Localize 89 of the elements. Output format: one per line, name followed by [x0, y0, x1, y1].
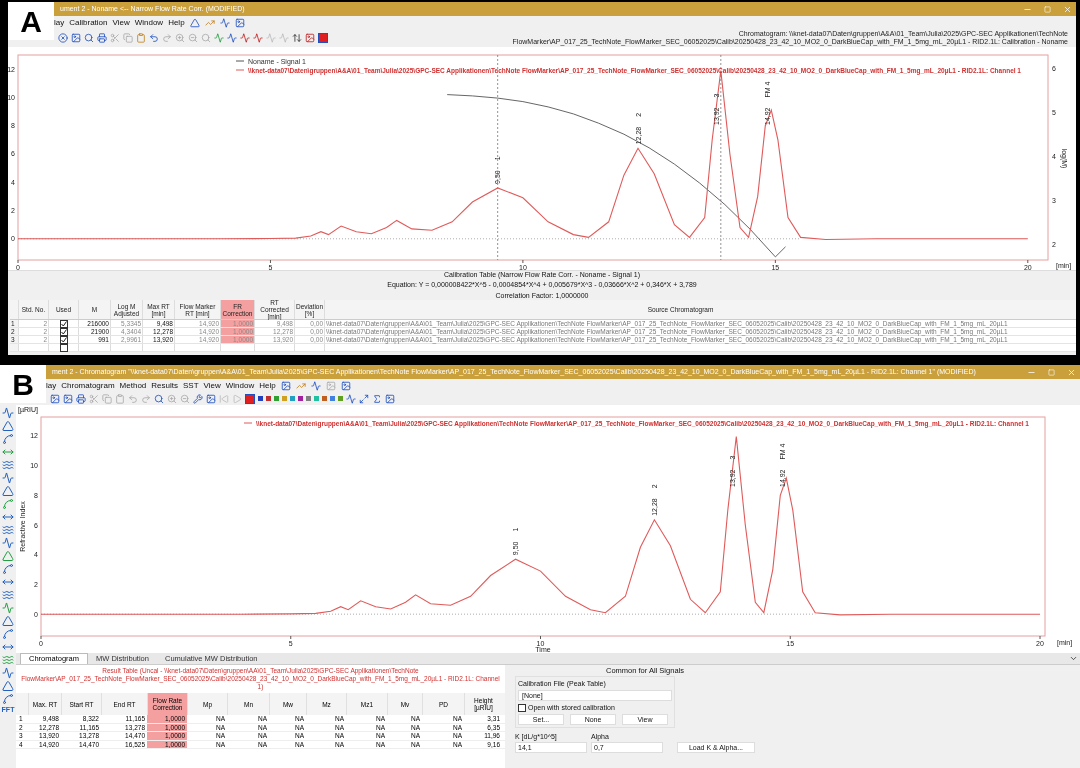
color-swatch-icon[interactable] [266, 396, 271, 401]
waveform-icon[interactable] [2, 667, 14, 679]
search-icon[interactable] [201, 33, 211, 43]
wave-icon[interactable] [2, 589, 14, 601]
curve-icon[interactable] [2, 693, 14, 705]
checkbox[interactable] [518, 703, 526, 712]
curve-icon[interactable] [2, 563, 14, 575]
used-checkbox[interactable] [59, 343, 68, 352]
menu-item[interactable]: Help [168, 16, 185, 29]
menu-item[interactable]: Window [134, 16, 164, 29]
color-swatch-icon[interactable] [298, 396, 303, 401]
close-icon[interactable] [1063, 4, 1072, 14]
clipboard-icon[interactable] [115, 393, 125, 404]
used-checkbox[interactable] [59, 319, 68, 328]
image-icon[interactable] [71, 33, 81, 43]
menu-item[interactable]: View [203, 379, 221, 392]
search-icon[interactable] [84, 33, 94, 43]
color-swatch-icon[interactable] [258, 396, 263, 401]
menu-item[interactable]: SST [182, 379, 199, 392]
triangle-icon[interactable] [2, 485, 14, 497]
image-icon[interactable] [305, 33, 315, 43]
menu-item[interactable]: Window [225, 379, 255, 392]
image-icon[interactable] [385, 393, 395, 404]
image-icon[interactable] [234, 17, 245, 28]
menu-item[interactable]: Results [151, 379, 178, 392]
color-swatch-icon[interactable] [338, 396, 343, 401]
triangle-icon[interactable] [2, 615, 14, 627]
menu-item[interactable]: Calibration [69, 16, 108, 29]
undo-icon[interactable] [149, 33, 159, 43]
waveform-icon[interactable] [346, 393, 356, 404]
sigma-icon[interactable] [372, 393, 382, 404]
image-icon[interactable] [280, 380, 291, 391]
curve-icon[interactable] [2, 498, 14, 510]
wave-icon[interactable] [2, 524, 14, 536]
menu-item[interactable]: lay [46, 379, 57, 392]
triangle-icon[interactable] [2, 420, 14, 432]
chart-icon[interactable] [295, 380, 306, 391]
used-checkbox[interactable] [59, 335, 68, 344]
color-swatch-icon[interactable] [290, 396, 295, 401]
close-icon[interactable] [1067, 367, 1076, 377]
menu-item[interactable]: Method [119, 379, 147, 392]
wave-icon[interactable] [2, 459, 14, 471]
curve-icon[interactable] [2, 433, 14, 445]
waveform-icon[interactable] [219, 17, 230, 28]
wrench-icon[interactable] [193, 393, 203, 404]
chart-icon[interactable] [204, 17, 215, 28]
waveform-icon[interactable] [2, 602, 14, 614]
waveform-icon[interactable] [310, 380, 321, 391]
triangle-icon[interactable] [2, 550, 14, 562]
waveform-icon[interactable] [2, 537, 14, 549]
panel-label: B [0, 365, 46, 403]
color-swatch-icon[interactable] [306, 396, 311, 401]
image-icon[interactable] [206, 393, 216, 404]
close-icon[interactable] [58, 33, 68, 43]
image-icon[interactable] [325, 380, 336, 391]
triangle-icon[interactable] [2, 680, 14, 692]
color-swatch-icon[interactable] [322, 396, 327, 401]
menu-item[interactable]: Help [259, 379, 276, 392]
color-swatch-icon[interactable] [314, 396, 319, 401]
waveform-icon[interactable] [2, 407, 14, 419]
zoom-in-icon[interactable] [175, 33, 185, 43]
zoom-out-icon[interactable] [180, 393, 190, 404]
triangle-icon[interactable] [189, 17, 200, 28]
clipboard-icon[interactable] [136, 33, 146, 43]
color-swatch-icon[interactable] [282, 396, 287, 401]
printer-icon[interactable] [97, 33, 107, 43]
curve-icon[interactable] [2, 628, 14, 640]
dropdown-icon[interactable] [1069, 654, 1078, 663]
zoom-out-icon[interactable] [188, 33, 198, 43]
menu-item[interactable]: View [112, 16, 130, 29]
wave-icon[interactable] [2, 654, 14, 666]
printer-icon[interactable] [76, 393, 86, 404]
copy-icon[interactable] [102, 393, 112, 404]
color-swatch-icon[interactable] [330, 396, 335, 401]
copy-icon[interactable] [123, 33, 133, 43]
color-swatch-icon[interactable] [274, 396, 279, 401]
up-down-icon[interactable] [292, 33, 302, 43]
panel-label: A [8, 2, 54, 40]
image-icon[interactable] [63, 393, 73, 404]
menu-item[interactable]: Chromatogram [61, 379, 115, 392]
waveform-icon[interactable] [2, 472, 14, 484]
expand-icon[interactable] [359, 393, 369, 404]
menu-item[interactable]: lay [54, 16, 65, 29]
image-icon[interactable] [50, 393, 60, 404]
image-icon[interactable] [340, 380, 351, 391]
used-checkbox[interactable] [59, 327, 68, 336]
zoom-in-icon[interactable] [167, 393, 177, 404]
stop-button[interactable] [245, 393, 255, 404]
search-icon[interactable] [154, 393, 164, 404]
